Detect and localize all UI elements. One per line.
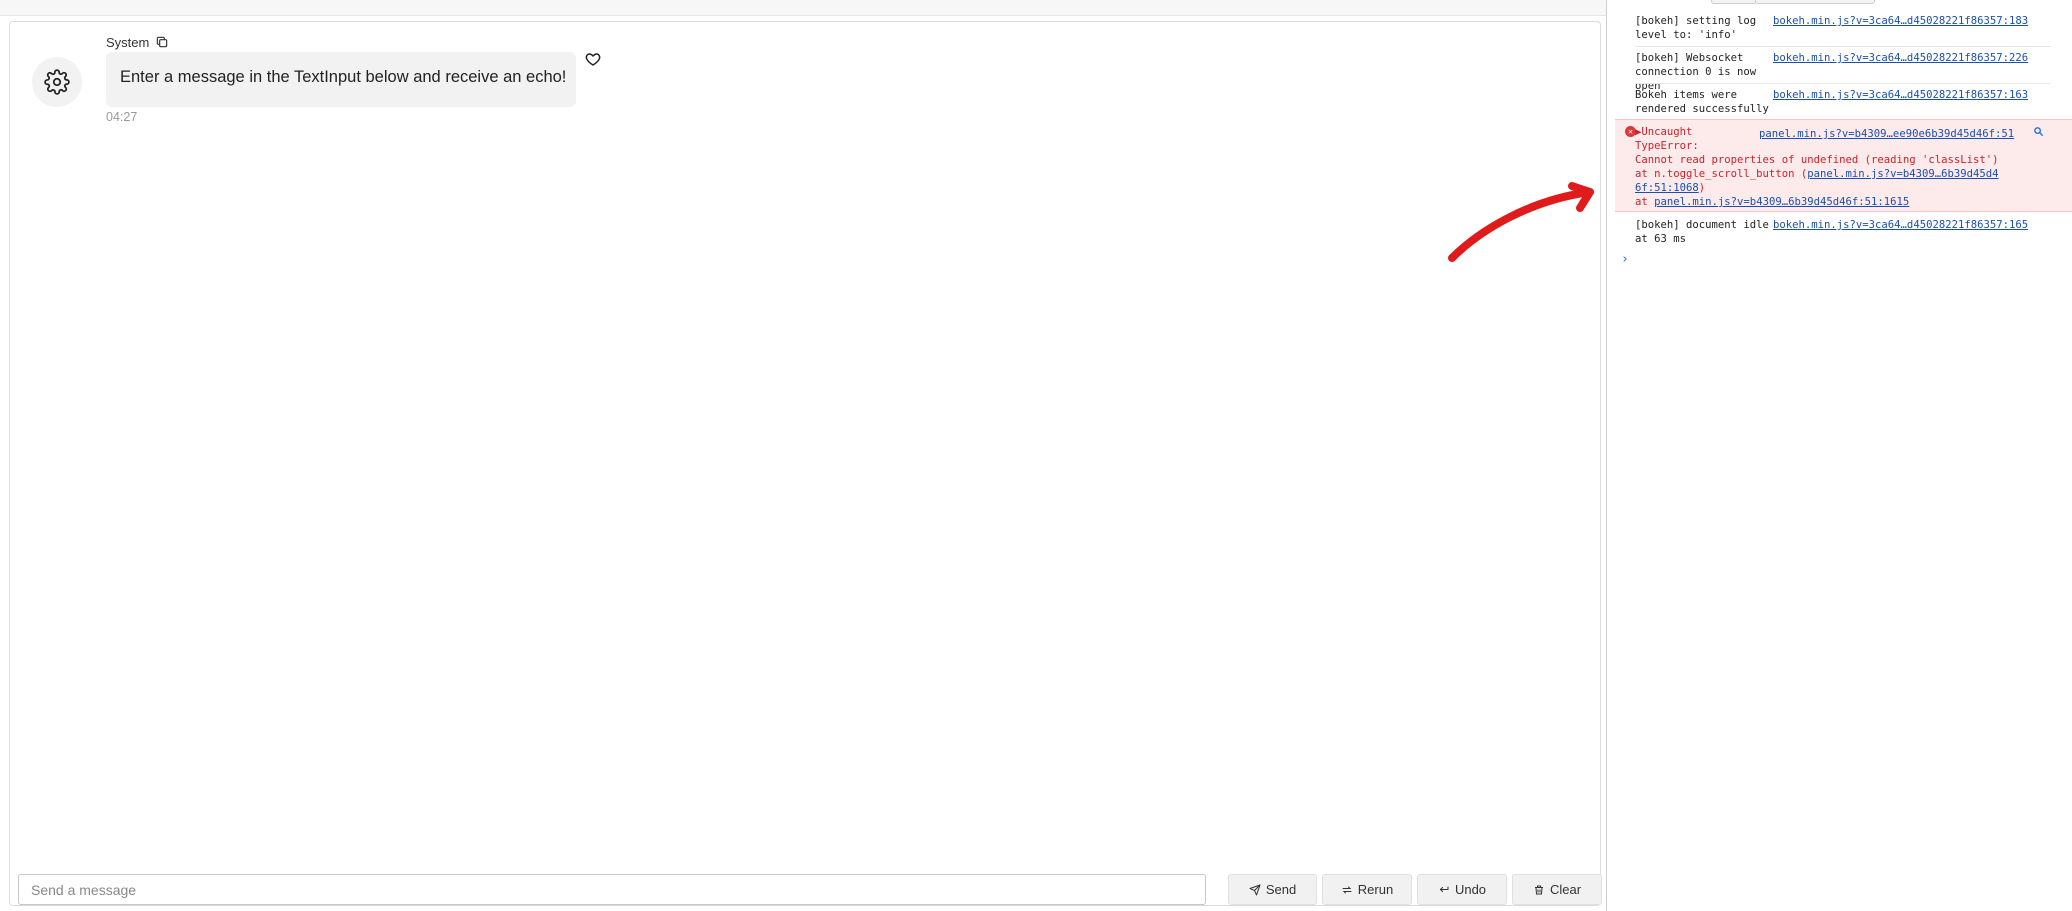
console-error-entry: ✕ ▶Uncaught panel.min.js?v=b4309…ee90e6b… [1615, 119, 2072, 212]
error-message: Cannot read properties of undefined (rea… [1635, 154, 1999, 166]
divider [1635, 83, 2051, 84]
chat-input-row: Send Rerun Undo Clear [18, 874, 1602, 906]
error-stack-line-cont: 6f:51:1068) [1635, 181, 1705, 195]
rerun-button[interactable]: Rerun [1322, 874, 1412, 905]
devtools-console: [bokeh] setting log level to: 'info' bok… [1606, 0, 2072, 911]
chat-feed: System Enter a message in the TextInput … [9, 21, 1602, 906]
divider [1635, 46, 2051, 47]
message-header: System [106, 33, 169, 51]
stack-prefix: at n.toggle_scroll_button ( [1635, 168, 1808, 180]
annotation-arrow [1448, 182, 1594, 262]
stack-link[interactable]: panel.min.js?v=b4309…6b39d45d4 [1807, 168, 1998, 180]
stack-link[interactable]: panel.min.js?v=b4309…6b39d45d46f:51:1615 [1654, 196, 1909, 208]
undo-label: Undo [1454, 882, 1487, 897]
log-message: [bokeh] Websocket connection 0 is now op… [1635, 52, 1763, 92]
gear-icon [44, 69, 70, 95]
stack-suffix: ) [1698, 182, 1706, 194]
send-label: Send [1265, 882, 1297, 897]
console-prompt[interactable]: › [1621, 253, 1629, 267]
screen: System Enter a message in the TextInput … [0, 0, 2072, 911]
avatar [32, 57, 82, 107]
stack-link-cont[interactable]: 6f:51:1068 [1635, 182, 1699, 194]
send-icon [1249, 884, 1261, 895]
devtools-toolbar [1607, 0, 2072, 6]
undo-button[interactable]: Undo [1417, 874, 1507, 905]
search-icon[interactable] [2033, 126, 2044, 137]
log-source-link[interactable]: bokeh.min.js?v=3ca64…d45028221f86357:165 [1773, 218, 2028, 232]
log-source-link[interactable]: bokeh.min.js?v=3ca64…d45028221f86357:183 [1773, 14, 2028, 28]
error-type: TypeError: [1635, 140, 1699, 152]
devtools-tab[interactable] [1711, 0, 1757, 4]
clear-label: Clear [1549, 882, 1582, 897]
trash-icon [1534, 885, 1543, 894]
send-button[interactable]: Send [1228, 874, 1317, 905]
top-strip [0, 0, 1606, 16]
error-stack-line: at n.toggle_scroll_button (panel.min.js?… [1635, 167, 1999, 181]
error-head[interactable]: ▶Uncaught [1635, 125, 1692, 139]
log-message: Bokeh items were rendered successfully [1635, 89, 1769, 115]
copy-icon[interactable] [155, 35, 169, 49]
message-text: Enter a message in the TextInput below a… [120, 68, 567, 86]
error-stack-line: at panel.min.js?v=b4309…6b39d45d46f:51:1… [1635, 195, 1909, 209]
author-name: System [106, 34, 150, 50]
message-bubble: Enter a message in the TextInput below a… [106, 52, 576, 107]
message-input[interactable] [18, 874, 1206, 905]
clear-button[interactable]: Clear [1512, 874, 1602, 905]
undo-arrow-icon [1439, 886, 1449, 892]
log-message: [bokeh] document idle at 63 ms [1635, 219, 1776, 245]
log-source-link[interactable]: bokeh.min.js?v=3ca64…d45028221f86357:163 [1773, 88, 2028, 102]
log-source-link[interactable]: bokeh.min.js?v=3ca64…d45028221f86357:226 [1773, 51, 2028, 65]
log-message: [bokeh] setting log level to: 'info' [1635, 15, 1763, 41]
heart-icon[interactable] [585, 51, 601, 67]
message-timestamp: 04:27 [106, 110, 138, 124]
stack-prefix: at [1635, 196, 1655, 208]
devtools-filter[interactable] [1755, 0, 1875, 4]
repeat-icon [1342, 886, 1352, 893]
error-source-link[interactable]: panel.min.js?v=b4309…ee90e6b39d45d46f:51 [1759, 127, 2014, 141]
rerun-label: Rerun [1357, 882, 1394, 897]
